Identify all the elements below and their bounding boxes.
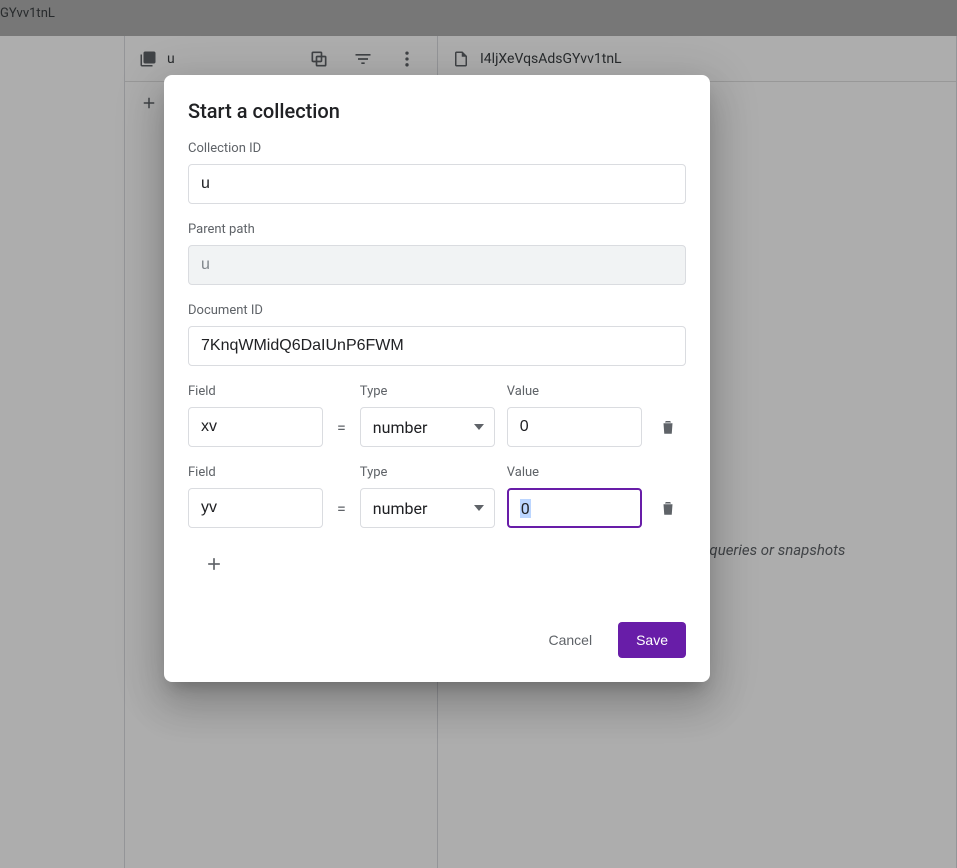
value-label: Value (507, 384, 642, 399)
add-field-button[interactable] (196, 546, 232, 582)
parent-path-label: Parent path (188, 222, 686, 237)
type-label: Type (360, 384, 495, 399)
type-label: Type (360, 465, 495, 480)
collection-id-label: Collection ID (188, 141, 686, 156)
delete-field-button[interactable] (654, 488, 682, 528)
field-label: Field (188, 465, 323, 480)
start-collection-dialog: Start a collection Collection ID Parent … (164, 75, 710, 682)
equals-sign: = (335, 407, 348, 447)
type-select-value: number (373, 418, 428, 437)
field-label: Field (188, 384, 323, 399)
dialog-actions: Cancel Save (188, 622, 686, 658)
chevron-down-icon (474, 424, 484, 430)
cancel-button[interactable]: Cancel (530, 622, 610, 658)
dialog-title: Start a collection (188, 99, 686, 123)
equals-sign: = (335, 488, 348, 528)
field-value-input[interactable]: 0 (507, 488, 642, 528)
delete-field-button[interactable] (654, 407, 682, 447)
parent-path-input (188, 245, 686, 285)
type-select[interactable]: number (360, 407, 495, 447)
type-select[interactable]: number (360, 488, 495, 528)
document-id-label: Document ID (188, 303, 686, 318)
field-name-input[interactable] (188, 488, 323, 528)
chevron-down-icon (474, 505, 484, 511)
document-id-input[interactable] (188, 326, 686, 366)
field-row: Field = Type number Value 0 (188, 465, 686, 528)
collection-id-input[interactable] (188, 164, 686, 204)
type-select-value: number (373, 499, 428, 518)
field-value-input[interactable] (507, 407, 642, 447)
field-name-input[interactable] (188, 407, 323, 447)
save-button[interactable]: Save (618, 622, 686, 658)
field-row: Field = Type number Value (188, 384, 686, 447)
value-label: Value (507, 465, 642, 480)
